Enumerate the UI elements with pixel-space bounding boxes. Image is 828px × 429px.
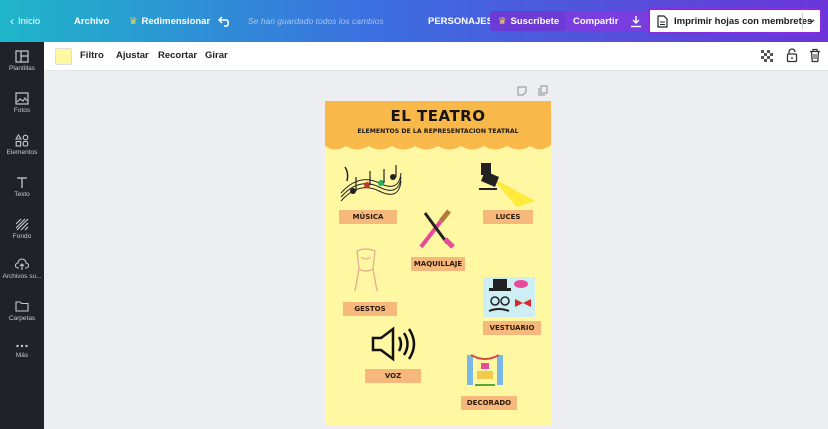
adjust-button[interactable]: Ajustar: [116, 42, 149, 70]
costume-icon: [483, 277, 535, 317]
label-music: MÚSICA: [339, 210, 397, 224]
color-swatch[interactable]: [55, 48, 72, 65]
crown-icon: ♛: [498, 15, 507, 27]
uploads-icon: [15, 258, 29, 270]
makeup-brush-icon: [419, 209, 455, 249]
sidebar-item-elements[interactable]: Elementos: [0, 134, 44, 156]
label-costume: VESTUARIO: [483, 321, 541, 335]
resize-label: Redimensionar: [141, 15, 211, 27]
crop-button[interactable]: Recortar: [158, 42, 197, 70]
resize-button[interactable]: ♛ Redimensionar: [129, 0, 210, 42]
file-menu[interactable]: Archivo: [74, 0, 109, 42]
share-button[interactable]: Compartir: [565, 11, 627, 31]
rotate-button[interactable]: Girar: [205, 42, 228, 70]
project-name[interactable]: PERSONAJES: [428, 0, 493, 42]
sidebar-item-label: Más: [15, 352, 29, 359]
more-icon: [16, 344, 28, 348]
sidebar-item-background[interactable]: Fondo: [0, 218, 44, 240]
crown-icon: ♛: [129, 15, 138, 27]
background-icon: [15, 218, 29, 231]
sidebar-item-folders[interactable]: Carpetas: [0, 300, 44, 322]
photos-icon: [15, 92, 29, 105]
subscribe-label: Suscríbete: [510, 15, 560, 27]
speaker-icon: [371, 326, 416, 362]
label-makeup: MAQUILLAJE: [411, 257, 465, 271]
top-bar: ‹ Inicio Archivo ♛ Redimensionar Se han …: [0, 0, 828, 42]
sidebar-item-label: Plantillas: [8, 65, 35, 72]
sidebar-item-label: Carpetas: [8, 315, 36, 322]
label-gestures: GESTOS: [343, 302, 397, 316]
download-icon: [631, 15, 641, 27]
templates-icon: [15, 50, 29, 63]
subscribe-button[interactable]: ♛ Suscríbete: [490, 11, 568, 31]
dropdown-divider: [802, 13, 803, 29]
editor-toolbar: Filtro Ajustar Recortar Girar: [44, 42, 828, 71]
save-status: Se han guardado todos los cambios: [248, 16, 384, 26]
sidebar-item-uploads[interactable]: Archivos su...: [0, 258, 44, 280]
sidebar-item-label: Fotos: [13, 107, 31, 114]
poster-title: EL TEATRO: [390, 107, 486, 125]
elements-icon: [15, 134, 29, 147]
label-lights: LUCES: [483, 210, 533, 224]
download-button[interactable]: [624, 11, 648, 31]
text-icon: [17, 177, 27, 188]
sidebar-item-photos[interactable]: Fotos: [0, 92, 44, 114]
spotlight-icon: [479, 163, 535, 207]
home-label: Inicio: [18, 15, 41, 27]
label-voice: VOZ: [365, 369, 421, 383]
chevron-down-icon[interactable]: ⌄: [808, 14, 816, 25]
duplicate-page-icon[interactable]: [538, 85, 548, 96]
sidebar-item-label: Fondo: [12, 233, 32, 240]
filter-button[interactable]: Filtro: [80, 42, 104, 70]
sidebar-item-label: Archivos su...: [2, 273, 42, 280]
transparency-icon[interactable]: [761, 50, 773, 62]
undo-icon: [218, 16, 230, 27]
folder-icon: [15, 301, 29, 312]
lock-icon[interactable]: [786, 48, 798, 63]
undo-button[interactable]: [218, 0, 232, 42]
sidebar-item-more[interactable]: Más: [0, 342, 44, 359]
chevron-left-icon: ‹: [10, 14, 14, 28]
notes-icon[interactable]: [517, 86, 527, 96]
trash-icon[interactable]: [809, 48, 821, 63]
music-notes-icon: [340, 165, 402, 202]
sidebar-item-templates[interactable]: Plantillas: [0, 50, 44, 72]
print-label: Imprimir hojas con membretes: [674, 15, 813, 27]
design-page[interactable]: EL TEATRO ELEMENTOS DE LA REPRESENTACION…: [325, 101, 551, 426]
poster-subtitle: ELEMENTOS DE LA REPRESENTACION TEATRAL: [357, 128, 519, 135]
left-sidebar: Plantillas Fotos Elementos Texto Fondo A…: [0, 42, 44, 429]
sidebar-item-text[interactable]: Texto: [0, 176, 44, 198]
sidebar-item-label: Texto: [14, 191, 30, 198]
home-button[interactable]: ‹ Inicio: [10, 0, 40, 42]
stage-set-icon: [467, 354, 503, 386]
sidebar-item-label: Elementos: [6, 149, 38, 156]
gesture-figure-icon: [354, 248, 378, 292]
label-set: DECORADO: [461, 396, 517, 410]
document-icon: [657, 14, 668, 28]
print-letterhead-button[interactable]: Imprimir hojas con membretes ⌄: [648, 8, 822, 34]
